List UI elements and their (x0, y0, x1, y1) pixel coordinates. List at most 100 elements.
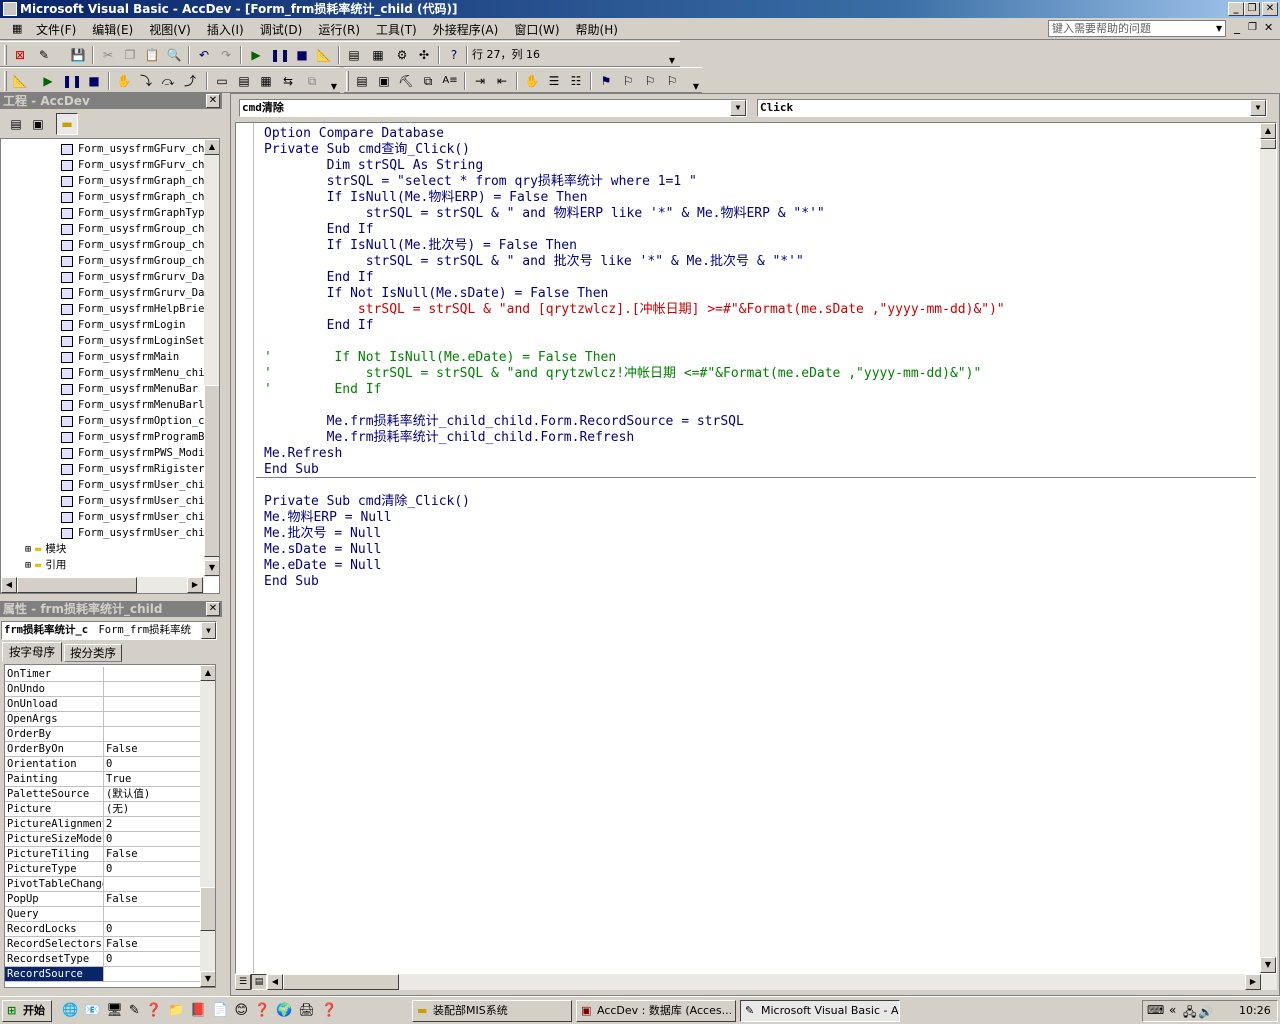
menu-item-7[interactable]: 外接程序(A) (425, 18, 507, 41)
tree-item[interactable]: Form_usysfrmPWS_Modif (1, 445, 211, 461)
scroll-down-icon[interactable]: ▼ (1260, 957, 1276, 973)
locals-window-icon[interactable]: ▭ (214, 73, 230, 89)
design-mode-icon[interactable]: 📐 (12, 73, 28, 89)
scroll-up-icon[interactable]: ▲ (204, 139, 219, 155)
complete-word-icon[interactable]: A≡ (442, 73, 458, 89)
property-value[interactable]: 0 (104, 757, 112, 771)
code-line[interactable]: If Not IsNull(Me.sDate) = False Then (264, 286, 1254, 302)
menu-item-1[interactable]: 编辑(E) (84, 18, 141, 41)
code-procedure-clear[interactable]: Private Sub cmd清除_Click() Me.物料ERP = Null… (264, 494, 1254, 590)
start-button[interactable]: ⊞ 开始 (2, 1000, 52, 1022)
property-row[interactable]: RecordsetType 0 (5, 952, 201, 967)
code-line[interactable] (264, 398, 1254, 414)
property-value[interactable]: (无) (104, 802, 129, 816)
scroll-thumb[interactable] (200, 887, 215, 931)
menu-item-0[interactable]: 文件(F) (28, 18, 84, 41)
immediate-window-icon[interactable]: ▤ (236, 73, 252, 89)
code-line[interactable]: Me.eDate = Null (264, 558, 1254, 574)
toggle-folders-icon[interactable]: ▬ (56, 113, 78, 135)
code-line[interactable]: Option Compare Database (264, 126, 1254, 142)
code-area[interactable]: Option Compare Database Private Sub cmd查询… (235, 122, 1277, 974)
menu-item-9[interactable]: 帮助(H) (568, 18, 626, 41)
property-value[interactable]: (默认值) (104, 787, 150, 801)
toolbar-options-icon[interactable]: ▼ (328, 70, 340, 92)
project-hscrollbar[interactable]: ◀ ▶ (1, 577, 204, 593)
project-close-button[interactable]: ✕ (206, 94, 220, 108)
property-value[interactable]: 0 (104, 862, 112, 876)
menu-item-4[interactable]: 调试(D) (252, 18, 311, 41)
tree-item[interactable]: Form_usysfrmHelpBrief (1, 301, 211, 317)
run-icon[interactable]: ▶ (248, 47, 264, 63)
chevron-down-icon[interactable]: ▼ (1216, 24, 1222, 33)
save-icon[interactable]: 💾 (70, 47, 86, 63)
scroll-thumb[interactable] (17, 577, 137, 593)
tree-folder[interactable]: ⊞ ▬ 引用 (1, 557, 203, 573)
properties-scrollbar[interactable]: ▲ ▼ (200, 665, 215, 987)
property-row[interactable]: OrderByOn False (5, 742, 201, 757)
property-row[interactable]: OnTimer (5, 667, 201, 682)
paste-icon[interactable]: 📋 (144, 47, 160, 63)
property-row[interactable]: OnUndo (5, 682, 201, 697)
scroll-thumb[interactable] (1260, 139, 1276, 149)
tab-categorized[interactable]: 按分类序 (64, 644, 122, 662)
property-row[interactable]: Picture (无) (5, 802, 201, 817)
toggle-breakpoint-icon[interactable]: ✋ (524, 73, 540, 89)
tab-alphabetic[interactable]: 按字母序 (2, 642, 62, 662)
reset-icon[interactable]: ■ (86, 73, 102, 89)
property-value[interactable] (104, 877, 106, 891)
quick-launch-bar[interactable]: 🌐📧🖥✎❓📁📕📄😊❓🌍🖨❓ (62, 1001, 382, 1021)
code-line[interactable]: If IsNull(Me.批次号) = False Then (264, 238, 1254, 254)
code-line[interactable]: Private Sub cmd清除_Click() (264, 494, 1254, 510)
tree-item[interactable]: Form_usysfrmGroup_chi (1, 237, 211, 253)
scroll-left-icon[interactable]: ◀ (1, 577, 17, 593)
copy-icon[interactable]: ❐ (122, 47, 138, 63)
previous-bookmark-icon[interactable]: ⚐ (642, 73, 658, 89)
property-value[interactable]: False (104, 937, 138, 951)
tree-item[interactable]: Form_usysfrmGraph_chi (1, 173, 211, 189)
property-value[interactable]: 0 (104, 922, 112, 936)
menu-item-6[interactable]: 工具(T) (368, 18, 425, 41)
property-row[interactable]: OpenArgs (5, 712, 201, 727)
chevron-down-icon[interactable]: ▼ (730, 100, 746, 116)
property-value[interactable]: 0 (104, 952, 112, 966)
break-icon[interactable]: ❚❚ (270, 47, 290, 63)
property-row[interactable]: PictureAlignment 2 (5, 817, 201, 832)
code-line[interactable]: ' strSQL = strSQL & "and qrytzwlcz!冲帐日期 … (264, 366, 1254, 382)
property-row[interactable]: Painting True (5, 772, 201, 787)
expand-icon[interactable]: ⊞ (25, 544, 31, 555)
tree-item[interactable]: Form_usysfrmGroup_chi (1, 253, 211, 269)
find-icon[interactable]: 🔍 (166, 47, 182, 63)
property-value[interactable] (104, 667, 106, 681)
tree-item[interactable]: Form_usysfrmGFurv_chi (1, 141, 211, 157)
code-line[interactable]: End Sub (264, 574, 1254, 590)
code-line[interactable]: Me.sDate = Null (264, 542, 1254, 558)
code-line[interactable]: Me.物料ERP = Null (264, 510, 1254, 526)
property-row[interactable]: RecordSelectors False (5, 937, 201, 952)
code-line[interactable]: End If (264, 270, 1254, 286)
code-line[interactable]: Me.Refresh (264, 446, 1254, 462)
scroll-down-icon[interactable]: ▼ (204, 560, 219, 576)
comment-block-icon[interactable]: ☰ (546, 73, 562, 89)
menu-item-8[interactable]: 窗口(W) (506, 18, 567, 41)
tree-item[interactable]: Form_usysfrmMenuBarli (1, 397, 211, 413)
properties-close-button[interactable]: ✕ (206, 602, 220, 616)
taskbar-access-button[interactable]: ▣ AccDev : 数据库 (Acces... (576, 1000, 736, 1022)
object-selector[interactable]: frm损耗率统计_c Form_frm损耗率统 ▼ (1, 621, 217, 640)
step-out-icon[interactable]: ⤴ (182, 73, 198, 89)
tree-item[interactable]: Form_usysfrmUser_chil (1, 525, 211, 541)
help-search-input[interactable]: 键入需要帮助的问题 (1048, 20, 1226, 37)
code-line[interactable]: strSQL = strSQL & " and 物料ERP like '*" &… (264, 206, 1254, 222)
tree-item[interactable]: Form_usysfrmGrurv_Dat (1, 285, 211, 301)
object-browser-icon[interactable]: ⚙ (394, 47, 410, 63)
property-value[interactable] (104, 697, 106, 711)
scroll-thumb[interactable] (283, 974, 399, 990)
menu-item-3[interactable]: 插入(I) (199, 18, 252, 41)
list-properties-icon[interactable]: ▤ (354, 73, 370, 89)
property-row[interactable]: RecordSource (5, 967, 201, 982)
property-row[interactable]: PopUp False (5, 892, 201, 907)
toggle-breakpoint-icon[interactable]: ✋ (116, 73, 132, 89)
expand-icon[interactable]: ⊞ (25, 560, 31, 571)
scroll-thumb[interactable] (204, 385, 219, 557)
keyboard-icon[interactable]: ⌨ (1147, 1003, 1164, 1017)
child-close-button[interactable]: ✕ (1264, 21, 1273, 34)
